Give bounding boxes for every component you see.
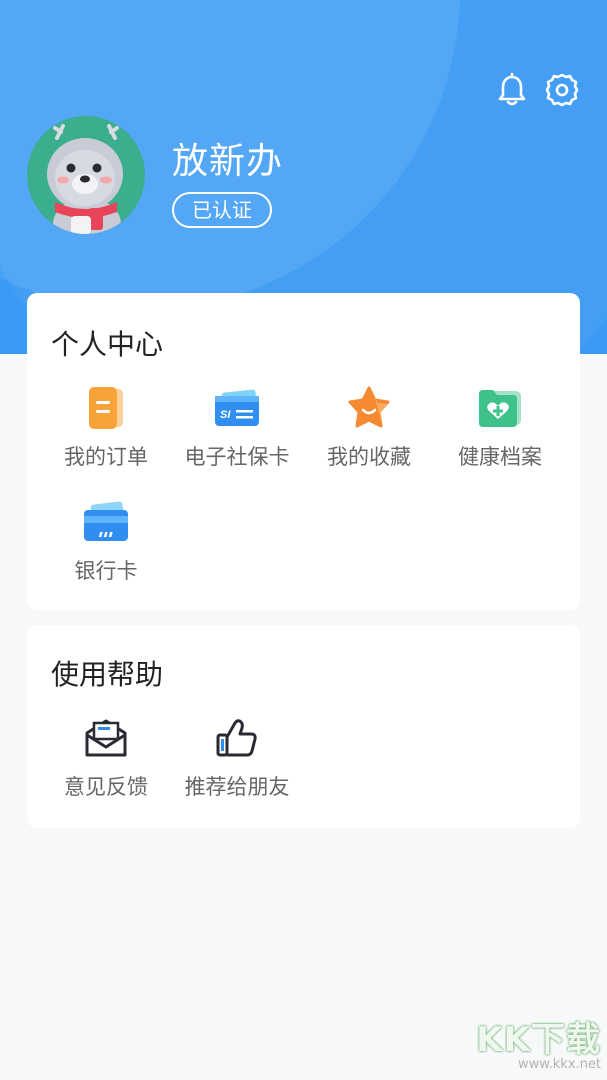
social-security-card-label: 电子社保卡 (184, 445, 290, 469)
recommend-label: 推荐给朋友 (184, 775, 290, 799)
health-records-label: 健康档案 (458, 445, 542, 469)
order-icon (83, 385, 129, 431)
gear-icon[interactable] (544, 72, 580, 108)
help-card: 使用帮助 意见反馈 推荐给朋友 (27, 625, 580, 828)
health-records-item[interactable]: 健康档案 (434, 385, 566, 471)
bell-icon[interactable] (494, 72, 530, 108)
watermark: KK下载 www.kkx.net (476, 1012, 601, 1072)
watermark-logo: KK下载 (476, 1020, 601, 1060)
user-name: 放新办 (172, 141, 284, 182)
star-icon (346, 385, 392, 431)
my-orders-item[interactable]: 我的订单 (40, 385, 172, 471)
feedback-mail-icon (83, 715, 129, 761)
avatar[interactable] (27, 116, 145, 234)
bank-card-icon (83, 499, 129, 545)
social-security-card-icon: SI (214, 385, 260, 431)
bank-card-label: 银行卡 (74, 559, 138, 583)
help-title: 使用帮助 (51, 658, 164, 691)
my-orders-label: 我的订单 (64, 445, 148, 469)
verified-badge: 已认证 (172, 192, 272, 228)
bank-card-item[interactable]: 银行卡 (40, 499, 172, 585)
my-favorites-label: 我的收藏 (327, 445, 411, 469)
my-favorites-item[interactable]: 我的收藏 (303, 385, 435, 471)
social-security-card-item[interactable]: SI 电子社保卡 (171, 385, 303, 471)
health-folder-icon (477, 385, 523, 431)
svg-text:SI: SI (220, 409, 231, 421)
feedback-item[interactable]: 意见反馈 (40, 715, 172, 801)
personal-center-title: 个人中心 (51, 328, 164, 361)
feedback-label: 意见反馈 (64, 775, 148, 799)
personal-center-card: 个人中心 我的订单 SI 电子社保卡 我的收藏 健康档案 银行卡 (27, 293, 580, 610)
recommend-item[interactable]: 推荐给朋友 (171, 715, 303, 801)
thumbs-up-icon (214, 715, 260, 761)
